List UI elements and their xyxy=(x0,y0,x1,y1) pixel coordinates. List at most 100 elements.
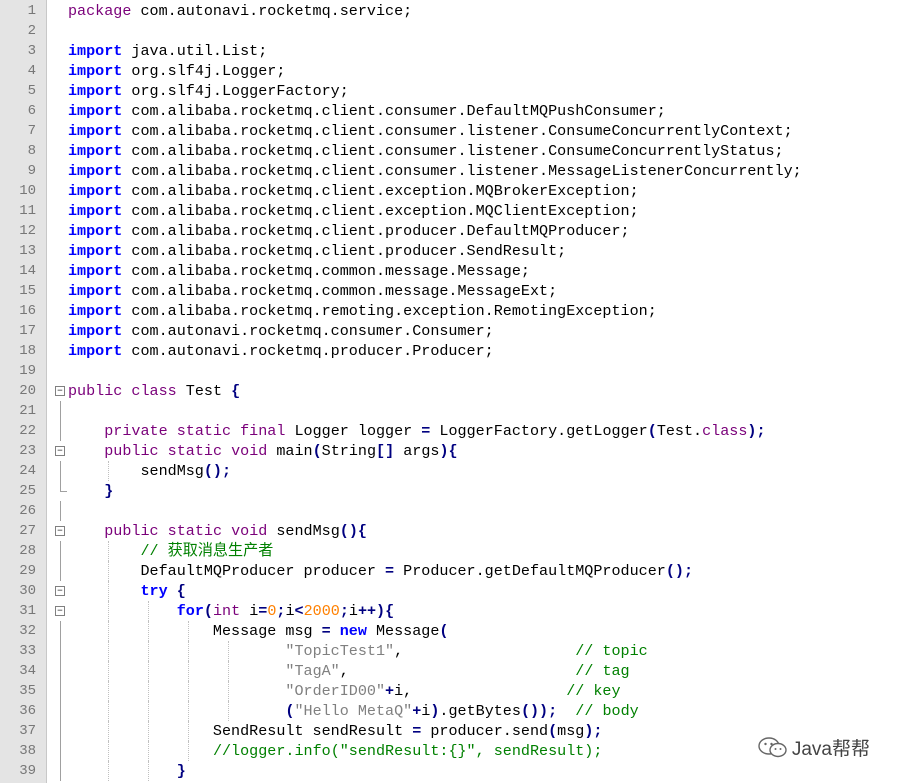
code-text: public class Test { xyxy=(68,381,240,401)
code-token: public xyxy=(104,522,159,540)
code-line: 30 − try { xyxy=(0,581,898,601)
code-text: import com.alibaba.rocketmq.client.consu… xyxy=(68,101,666,121)
line-number: 32 xyxy=(19,623,36,639)
code-token: import xyxy=(68,242,123,260)
fold-line xyxy=(60,561,61,581)
line-number: 13 xyxy=(19,243,36,259)
line-number: 9 xyxy=(27,163,36,179)
code-token: sendMsg xyxy=(267,522,340,540)
code-line: 26 xyxy=(0,501,898,521)
line-number: 19 xyxy=(19,363,36,379)
code-token: import xyxy=(68,282,123,300)
code-text: import com.alibaba.rocketmq.client.consu… xyxy=(68,161,802,181)
code-token: com.alibaba.rocketmq.client.exception.MQ… xyxy=(122,182,639,200)
code-token: 2000 xyxy=(303,602,340,620)
line-number: 4 xyxy=(27,63,36,79)
code-token: import xyxy=(68,122,123,140)
code-text: for(int i=0;i<2000;i++){ xyxy=(68,601,394,621)
line-number: 36 xyxy=(19,703,36,719)
code-text: import com.alibaba.rocketmq.client.excep… xyxy=(68,201,639,221)
code-line: 29 DefaultMQProducer producer = Producer… xyxy=(0,561,898,581)
code-token: ); xyxy=(747,422,766,440)
code-token: (); xyxy=(665,562,694,580)
line-number: 30 xyxy=(19,583,36,599)
code-token: // key xyxy=(566,682,621,700)
code-text: import com.alibaba.rocketmq.client.consu… xyxy=(68,141,784,161)
code-token: com.alibaba.rocketmq.client.consumer.lis… xyxy=(122,162,802,180)
code-line: 21 xyxy=(0,401,898,421)
code-line: 24 sendMsg(); xyxy=(0,461,898,481)
code-token: ()); xyxy=(520,702,558,720)
code-text: import java.util.List; xyxy=(68,41,267,61)
line-number: 5 xyxy=(27,83,36,99)
code-token: import xyxy=(68,82,123,100)
code-line: 27 − public static void sendMsg(){ xyxy=(0,521,898,541)
code-token: import xyxy=(68,182,123,200)
line-number: 24 xyxy=(19,463,36,479)
fold-toggle-icon[interactable]: − xyxy=(55,606,65,616)
code-line: 7 import com.alibaba.rocketmq.client.cons… xyxy=(0,121,898,141)
line-number: 21 xyxy=(19,403,36,419)
line-number: 17 xyxy=(19,323,36,339)
code-token: args xyxy=(394,442,440,460)
code-token: + xyxy=(412,702,422,720)
line-number: 27 xyxy=(19,523,36,539)
code-token: com.alibaba.rocketmq.common.message.Mess… xyxy=(122,262,530,280)
fold-line xyxy=(60,761,61,781)
code-token: final xyxy=(240,422,286,440)
code-line: 14 import com.alibaba.rocketmq.common.mes… xyxy=(0,261,898,281)
watermark-label: Java帮帮 xyxy=(791,739,870,760)
line-number: 39 xyxy=(19,763,36,779)
code-line: 8 import com.alibaba.rocketmq.client.cons… xyxy=(0,141,898,161)
code-token: = xyxy=(385,562,395,580)
code-token: class xyxy=(702,422,748,440)
code-editor[interactable]: 1 package com.autonavi.rocketmq.service; 2… xyxy=(0,0,898,783)
code-token: ){ xyxy=(439,442,458,460)
fold-toggle-icon[interactable]: − xyxy=(55,446,65,456)
fold-toggle-icon[interactable]: − xyxy=(55,386,65,396)
line-number: 7 xyxy=(27,123,36,139)
line-number: 25 xyxy=(19,483,36,499)
code-token: , xyxy=(339,662,576,680)
code-line: 31− for(int i=0;i<2000;i++){ xyxy=(0,601,898,621)
code-text: import org.slf4j.LoggerFactory; xyxy=(68,81,349,101)
code-token: void xyxy=(231,442,268,460)
code-token: public xyxy=(104,442,159,460)
code-line: 25 } xyxy=(0,481,898,501)
code-line: 1 package com.autonavi.rocketmq.service; xyxy=(0,1,898,21)
fold-line xyxy=(60,641,61,661)
code-line: 18 import com.autonavi.rocketmq.producer.… xyxy=(0,341,898,361)
code-token: = xyxy=(258,602,268,620)
code-line: 39 } xyxy=(0,761,898,781)
code-token: com.alibaba.rocketmq.client.consumer.lis… xyxy=(122,122,793,140)
code-text: // 获取消息生产者 xyxy=(68,541,273,561)
code-token: public xyxy=(68,382,123,400)
code-token: i xyxy=(240,602,259,620)
code-line: 16 import com.alibaba.rocketmq.remoting.e… xyxy=(0,301,898,321)
code-token: int xyxy=(212,602,241,620)
code-token: Producer.getDefaultMQProducer xyxy=(394,562,666,580)
code-token: com.alibaba.rocketmq.client.producer.Sen… xyxy=(122,242,567,260)
code-text: public static void sendMsg(){ xyxy=(68,521,367,541)
code-text: Message msg = new Message( xyxy=(68,621,449,641)
code-token: < xyxy=(294,602,304,620)
code-token: java.util.List; xyxy=(122,42,268,60)
code-line: 12 import com.alibaba.rocketmq.client.pro… xyxy=(0,221,898,241)
code-text: public static void main(String[] args){ xyxy=(68,441,458,461)
code-token: .getBytes xyxy=(439,702,521,720)
code-token: import xyxy=(68,62,123,80)
code-text: } xyxy=(68,761,186,781)
fold-line xyxy=(60,401,61,421)
line-number: 15 xyxy=(19,283,36,299)
fold-toggle-icon[interactable]: − xyxy=(55,526,65,536)
fold-toggle-icon[interactable]: − xyxy=(55,586,65,596)
